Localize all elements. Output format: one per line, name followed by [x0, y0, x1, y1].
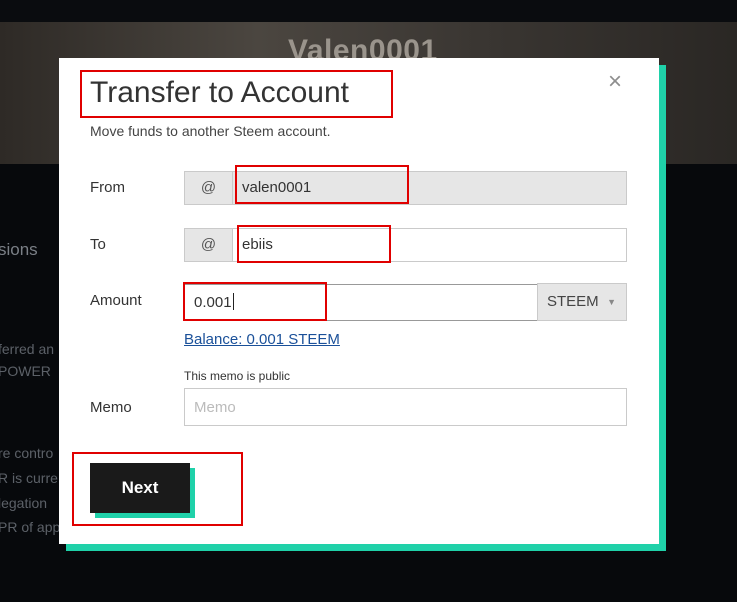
memo-label: Memo — [90, 399, 132, 416]
amount-label: Amount — [90, 292, 142, 309]
background-text: legation — [0, 495, 48, 511]
background-tab[interactable]: sions — [0, 240, 38, 260]
modal-title: Transfer to Account — [90, 76, 350, 109]
background-text: PR of app — [0, 519, 61, 535]
to-field-value: ebiis — [242, 236, 273, 253]
to-at-prefix: @ — [184, 228, 233, 262]
amount-field-value: 0.001 — [194, 294, 232, 311]
background-text: R is curre — [0, 470, 58, 486]
memo-input[interactable] — [184, 388, 627, 426]
balance-link[interactable]: Balance: 0.001 STEEM — [184, 331, 340, 348]
from-label: From — [90, 179, 125, 196]
to-label: To — [90, 236, 106, 253]
background-text: POWER — [0, 363, 51, 379]
top-bar — [0, 0, 737, 22]
background-text: ferred an — [0, 341, 55, 357]
background-text: re contro — [0, 445, 54, 461]
from-at-prefix: @ — [184, 171, 233, 205]
chevron-down-icon: ▼ — [607, 297, 616, 307]
next-button[interactable]: Next — [90, 463, 190, 513]
to-field[interactable]: ebiis — [232, 228, 627, 262]
currency-select-value: STEEM — [547, 293, 599, 310]
currency-select[interactable]: STEEM ▼ — [537, 283, 627, 321]
memo-public-note: This memo is public — [184, 369, 291, 383]
modal-subtitle: Move funds to another Steem account. — [90, 123, 331, 139]
text-caret — [232, 293, 234, 310]
amount-field[interactable]: 0.001 — [184, 284, 538, 321]
from-field: valen0001 — [232, 171, 627, 205]
close-icon[interactable]: × — [608, 70, 622, 94]
